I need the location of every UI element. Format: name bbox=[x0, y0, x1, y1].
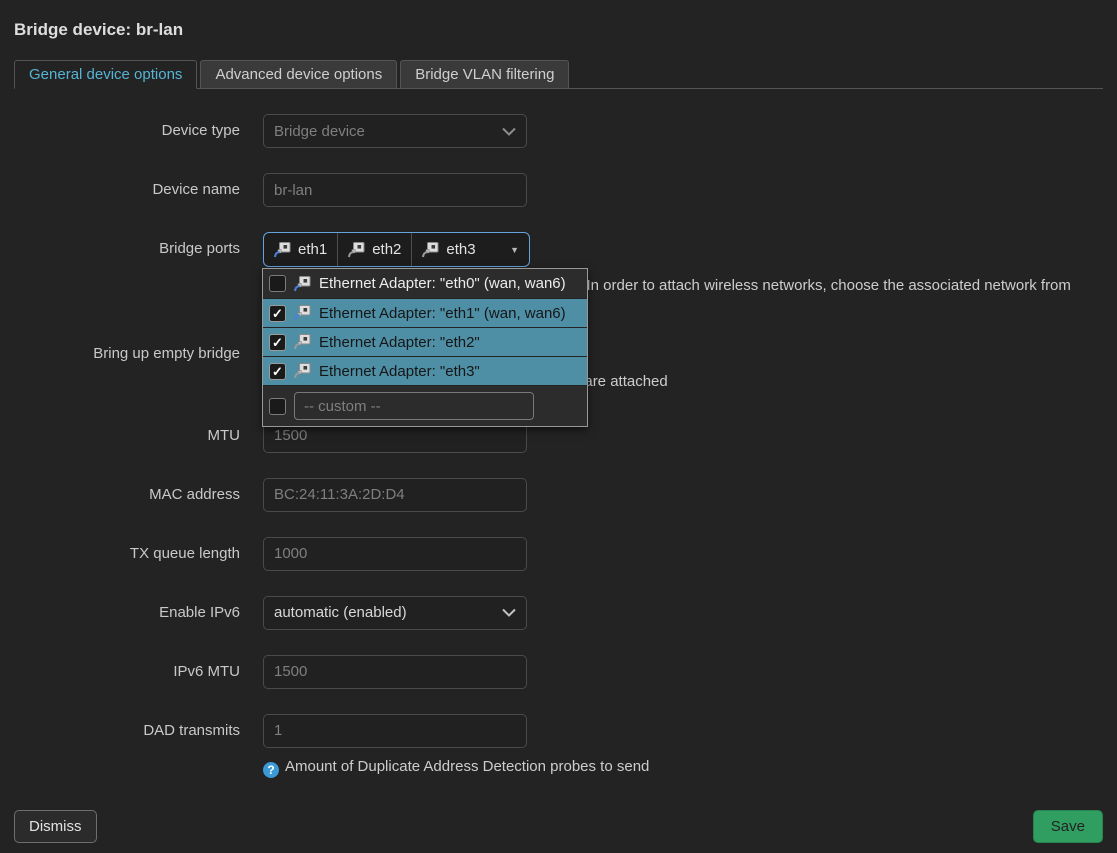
save-button[interactable]: Save bbox=[1033, 810, 1103, 843]
dad-transmits-label: DAD transmits bbox=[14, 714, 263, 779]
tx-queue-length-row: TX queue length bbox=[14, 537, 1103, 571]
device-name-input[interactable] bbox=[263, 173, 527, 207]
page-title: Bridge device: br-lan bbox=[14, 20, 1103, 40]
mac-address-row: MAC address bbox=[14, 478, 1103, 512]
bridge-port-tag-eth3[interactable]: eth3 bbox=[411, 233, 485, 266]
dropdown-item-label: Ethernet Adapter: "eth1" (wan, wan6) bbox=[319, 305, 566, 322]
dropdown-item-eth2[interactable]: ✓ Ethernet Adapter: "eth2" bbox=[263, 327, 587, 356]
bridge-ports-label: Bridge ports bbox=[14, 232, 263, 317]
ipv6-mtu-row: IPv6 MTU bbox=[14, 655, 1103, 689]
ethernet-adapter-icon bbox=[294, 363, 311, 379]
mac-address-label: MAC address bbox=[14, 478, 263, 512]
bring-up-empty-bridge-label: Bring up empty bridge bbox=[14, 342, 263, 394]
mtu-label: MTU bbox=[14, 419, 263, 453]
device-type-row: Device type Bridge device bbox=[14, 114, 1103, 148]
checkbox-eth0[interactable] bbox=[269, 275, 286, 292]
device-name-row: Device name bbox=[14, 173, 1103, 207]
tab-bridge-vlan-filtering[interactable]: Bridge VLAN filtering bbox=[400, 60, 569, 88]
device-type-label: Device type bbox=[14, 114, 263, 148]
enable-ipv6-value: automatic (enabled) bbox=[274, 604, 407, 621]
modal-footer: Dismiss Save bbox=[14, 810, 1103, 843]
device-type-value: Bridge device bbox=[274, 123, 365, 140]
ethernet-adapter-icon bbox=[294, 276, 311, 292]
dad-transmits-description: ? Amount of Duplicate Address Detection p… bbox=[263, 756, 1078, 779]
dropdown-item-label: Ethernet Adapter: "eth2" bbox=[319, 334, 480, 351]
custom-port-input[interactable] bbox=[294, 392, 534, 420]
ipv6-mtu-label: IPv6 MTU bbox=[14, 655, 263, 689]
ethernet-adapter-icon bbox=[294, 305, 311, 321]
dad-transmits-row: DAD transmits ? Amount of Duplicate Addre… bbox=[14, 714, 1103, 779]
tag-label: eth2 bbox=[372, 241, 401, 258]
dropdown-item-eth3[interactable]: ✓ Ethernet Adapter: "eth3" bbox=[263, 356, 587, 385]
dismiss-button[interactable]: Dismiss bbox=[14, 810, 97, 843]
general-options-form: Device type Bridge device Device name Br… bbox=[14, 114, 1103, 778]
tag-label: eth3 bbox=[446, 241, 475, 258]
help-icon: ? bbox=[263, 762, 279, 778]
dad-transmits-input[interactable] bbox=[263, 714, 527, 748]
enable-ipv6-select[interactable]: automatic (enabled) bbox=[263, 596, 527, 630]
checkbox-custom[interactable] bbox=[269, 398, 286, 415]
mac-address-input[interactable] bbox=[263, 478, 527, 512]
bridge-device-modal: Bridge device: br-lan General device opt… bbox=[0, 0, 1117, 853]
checkmark-icon: ✓ bbox=[272, 336, 283, 349]
bridge-ports-multiselect[interactable]: eth1 eth2 bbox=[263, 232, 530, 267]
tab-bar: General device options Advanced device o… bbox=[14, 60, 1103, 89]
bridge-port-tag-eth2[interactable]: eth2 bbox=[337, 233, 411, 266]
dropdown-arrow-icon[interactable]: ▼ bbox=[500, 233, 529, 266]
tx-queue-length-label: TX queue length bbox=[14, 537, 263, 571]
ethernet-adapter-icon bbox=[422, 242, 439, 258]
tab-general-device-options[interactable]: General device options bbox=[14, 60, 197, 89]
dropdown-item-eth1[interactable]: ✓ Ethernet Adapter: "eth1" (wan, wan6) bbox=[263, 298, 587, 327]
checkbox-eth3[interactable]: ✓ bbox=[269, 363, 286, 380]
device-name-label: Device name bbox=[14, 173, 263, 207]
checkmark-icon: ✓ bbox=[272, 365, 283, 378]
tx-queue-length-input[interactable] bbox=[263, 537, 527, 571]
tab-advanced-device-options[interactable]: Advanced device options bbox=[200, 60, 397, 88]
bridge-ports-row: Bridge ports eth1 bbox=[14, 232, 1103, 317]
ethernet-adapter-icon bbox=[348, 242, 365, 258]
checkmark-icon: ✓ bbox=[272, 307, 283, 320]
checkbox-eth1[interactable]: ✓ bbox=[269, 305, 286, 322]
tag-label: eth1 bbox=[298, 241, 327, 258]
dropdown-item-label: Ethernet Adapter: "eth0" (wan, wan6) bbox=[319, 275, 566, 292]
description-text: Amount of Duplicate Address Detection pr… bbox=[285, 758, 649, 775]
dropdown-item-label: Ethernet Adapter: "eth3" bbox=[319, 363, 480, 380]
bridge-port-tag-eth1[interactable]: eth1 bbox=[264, 233, 337, 266]
bridge-ports-dropdown: Ethernet Adapter: "eth0" (wan, wan6) ✓ E… bbox=[262, 268, 588, 427]
ethernet-adapter-icon bbox=[294, 334, 311, 350]
dropdown-item-eth0[interactable]: Ethernet Adapter: "eth0" (wan, wan6) bbox=[263, 269, 587, 298]
ethernet-adapter-icon bbox=[274, 242, 291, 258]
chevron-down-icon bbox=[502, 608, 516, 617]
enable-ipv6-label: Enable IPv6 bbox=[14, 596, 263, 630]
checkbox-eth2[interactable]: ✓ bbox=[269, 334, 286, 351]
device-type-select[interactable]: Bridge device bbox=[263, 114, 527, 148]
enable-ipv6-row: Enable IPv6 automatic (enabled) bbox=[14, 596, 1103, 630]
chevron-down-icon bbox=[502, 127, 516, 136]
ipv6-mtu-input[interactable] bbox=[263, 655, 527, 689]
dropdown-custom-row bbox=[263, 385, 587, 426]
